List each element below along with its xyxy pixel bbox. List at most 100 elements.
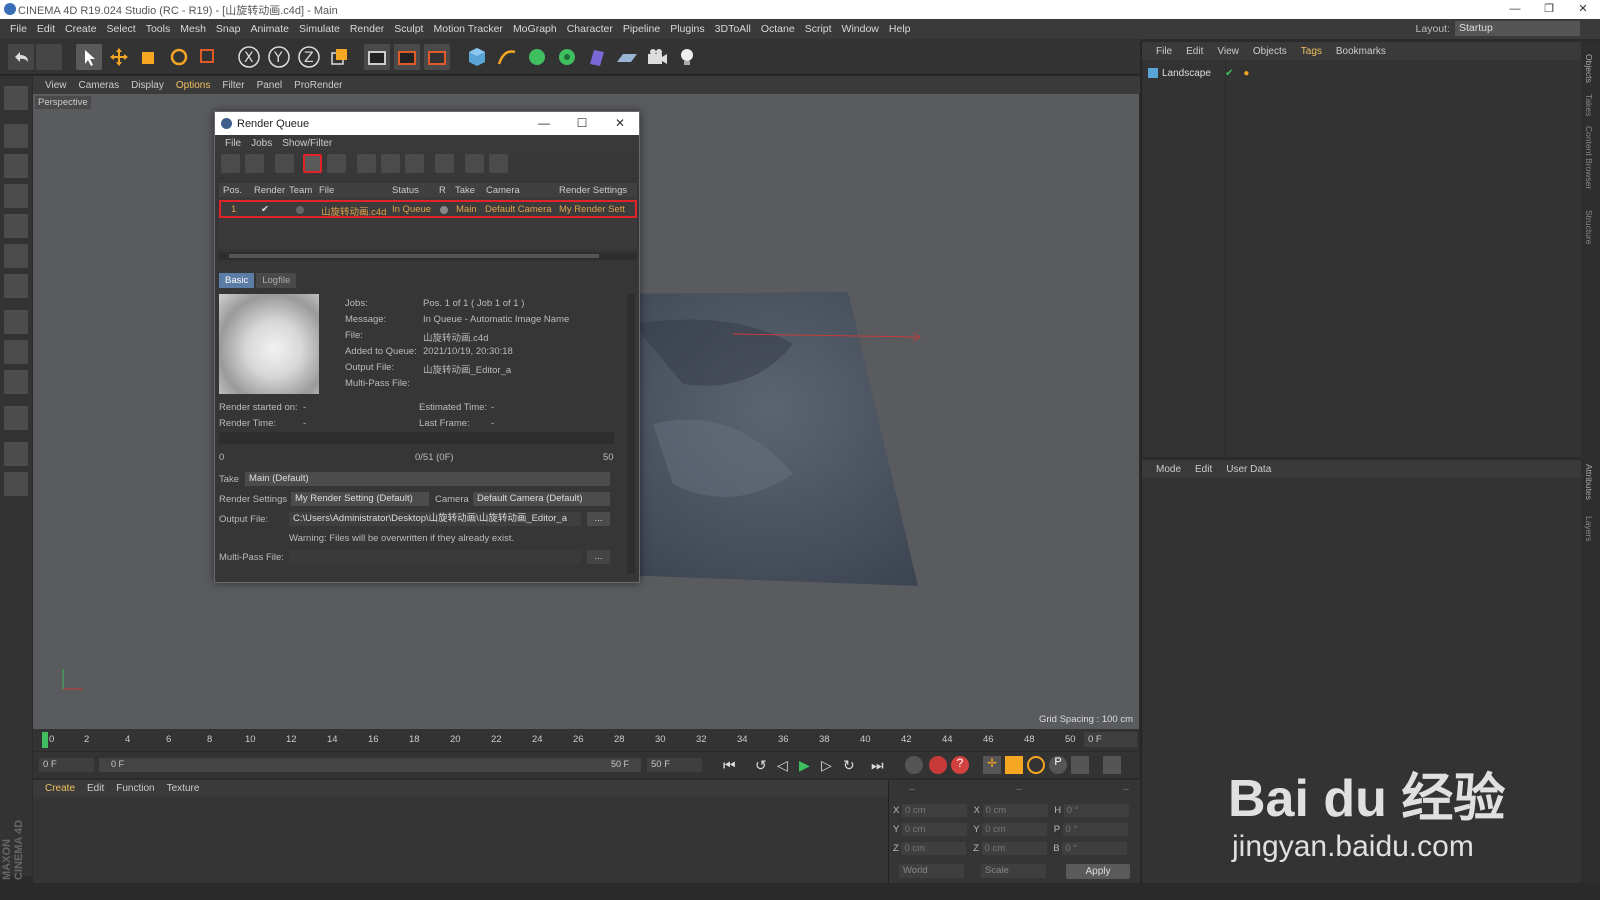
start-render-icon[interactable] [303,154,322,173]
menu-edit[interactable]: Edit [37,23,55,35]
col-take[interactable]: Take [455,185,475,196]
side-tab-attributes[interactable]: Attributes [1584,464,1594,500]
next-key-icon[interactable]: ↻ [843,757,855,774]
frame-range-slider[interactable]: 0 F 50 F [99,758,641,772]
workplane-icon[interactable] [4,184,28,208]
rot-h-field[interactable]: 0 ° [1063,804,1129,817]
next-frame-icon[interactable]: ▷ [821,757,832,774]
dialog-close-button[interactable]: ✕ [601,112,639,135]
key-parameter-icon[interactable]: P [1049,756,1067,774]
vp-menu-panel[interactable]: Panel [257,80,283,91]
pos-x-field[interactable]: 0 cm [901,804,967,817]
side-tab-layers[interactable]: Layers [1584,516,1594,542]
dialog-minimize-button[interactable]: — [525,112,563,135]
obj-menu-edit[interactable]: Edit [1186,46,1203,57]
cloner-icon[interactable] [554,44,580,70]
rotate-icon[interactable] [166,44,192,70]
rq-menu-file[interactable]: File [225,138,241,149]
solo-icon[interactable] [4,370,28,394]
tab-basic[interactable]: Basic [219,273,255,288]
menu-pipeline[interactable]: Pipeline [623,23,660,35]
open-folder-icon[interactable] [221,154,240,173]
vp-menu-prorender[interactable]: ProRender [294,80,342,91]
keyframe-selection-icon[interactable]: ? [951,756,969,774]
col-r[interactable]: R [439,185,446,196]
prev-frame-icon[interactable]: ◁ [777,757,788,774]
pos-y-field[interactable]: 0 cm [901,823,967,836]
menu-simulate[interactable]: Simulate [299,23,340,35]
dialog-maximize-button[interactable]: ☐ [563,112,601,135]
tweak-icon[interactable] [4,340,28,364]
obj-menu-tags[interactable]: Tags [1301,46,1322,57]
row-r-icon[interactable] [440,206,448,214]
render-view-icon[interactable] [364,44,390,70]
job-details-icon[interactable] [405,154,424,173]
col-render[interactable]: Render [254,185,285,196]
col-team[interactable]: Team [289,185,312,196]
edges-mode-icon[interactable] [4,244,28,268]
output-browse-button[interactable]: ... [587,512,610,526]
key-scale-icon[interactable] [1005,756,1023,774]
side-tab-content-browser[interactable]: Content Browser [1584,126,1594,189]
vp-menu-cameras[interactable]: Cameras [79,80,120,91]
tab-logfile[interactable]: Logfile [256,273,297,288]
menu-window[interactable]: Window [842,23,879,35]
object-row-landscape[interactable]: Landscape ✔ ● [1148,66,1249,80]
render-settings-select[interactable]: My Render Setting (Default) [291,492,429,506]
coordinate-system-icon[interactable] [326,44,352,70]
current-frame-field[interactable]: 0 F [1084,732,1137,747]
deformer-icon[interactable] [584,44,610,70]
col-file[interactable]: File [319,185,334,196]
take-select[interactable]: Main (Default) [245,472,610,486]
size-z-field[interactable]: 0 cm [981,842,1047,855]
x-axis-icon[interactable]: X [236,44,262,70]
menu-render[interactable]: Render [350,23,384,35]
col-pos[interactable]: Pos. [223,185,242,196]
row-render-checkbox[interactable]: ✔ [261,204,269,215]
prev-key-icon[interactable]: ↺ [755,757,767,774]
pen-icon[interactable] [494,44,520,70]
goto-end-icon[interactable]: ⏭ [871,757,884,774]
mat-menu-function[interactable]: Function [116,783,154,794]
close-button[interactable]: ✕ [1566,0,1600,19]
vp-menu-options[interactable]: Options [176,80,210,91]
menu-mesh[interactable]: Mesh [180,23,206,35]
layout-select[interactable]: Startup [1455,21,1580,36]
visibility-check-icon[interactable]: ✔ [1225,68,1233,79]
col-status[interactable]: Status [392,185,419,196]
goto-start-icon[interactable]: ⏮ [723,757,736,774]
make-editable-icon[interactable] [4,86,28,110]
output-file-field[interactable]: C:\Users\Administrator\Desktop\山旋转动画\山旋转… [289,512,581,526]
model-mode-icon[interactable] [4,124,28,148]
size-x-field[interactable]: 0 cm [982,804,1048,817]
tag-icon[interactable]: ● [1243,68,1249,79]
recent-tools-icon[interactable] [196,44,222,70]
rq-menu-jobs[interactable]: Jobs [251,138,272,149]
picture-viewer-icon[interactable] [435,154,454,173]
world-select[interactable]: World [899,864,964,878]
y-axis-icon[interactable]: Y [266,44,292,70]
points-mode-icon[interactable] [4,214,28,238]
record-keys-icon[interactable] [905,756,923,774]
snap-icon[interactable] [4,406,28,430]
cube-icon[interactable] [464,44,490,70]
menu-script[interactable]: Script [805,23,832,35]
job-list-icon[interactable] [381,154,400,173]
menu-sculpt[interactable]: Sculpt [394,23,423,35]
menu-snap[interactable]: Snap [216,23,241,35]
menu-octane[interactable]: Octane [761,23,795,35]
key-pla-icon[interactable] [1071,756,1089,774]
menu-motion-tracker[interactable]: Motion Tracker [433,23,502,35]
menu-file[interactable]: File [10,23,27,35]
scale-select[interactable]: Scale [981,864,1046,878]
render-settings-icon[interactable] [275,154,294,173]
move-icon[interactable] [106,44,132,70]
rq-menu-show-filter[interactable]: Show/Filter [282,138,332,149]
light-icon[interactable] [674,44,700,70]
stop-render-icon[interactable] [327,154,346,173]
undo-icon[interactable] [8,44,34,70]
menu-tools[interactable]: Tools [146,23,171,35]
attr-menu-mode[interactable]: Mode [1156,464,1181,475]
add-file-icon[interactable] [245,154,264,173]
multipass-browse-button[interactable]: ... [587,550,610,564]
